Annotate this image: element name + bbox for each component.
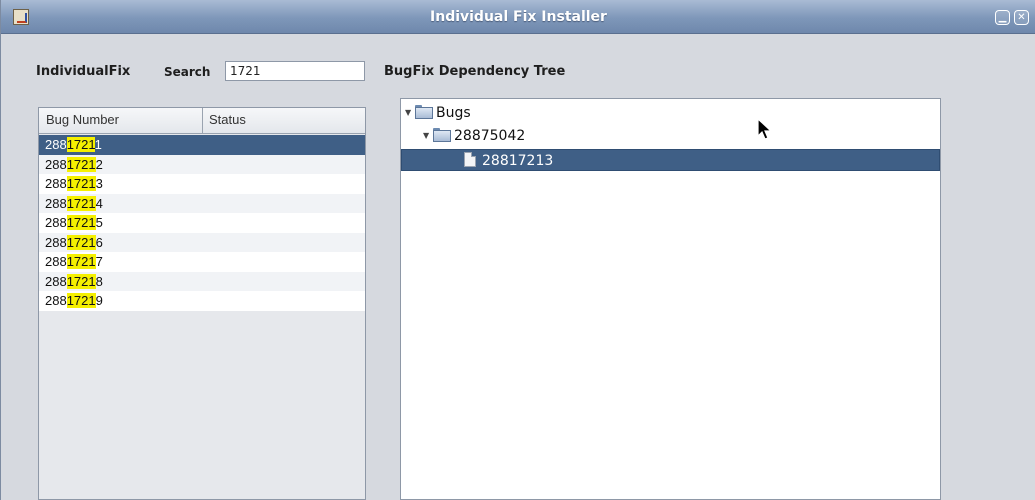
table-row[interactable]: 28817216 <box>39 232 365 252</box>
table-row[interactable]: 28817211 <box>39 135 365 155</box>
dependency-tree-title: BugFix Dependency Tree <box>384 64 566 79</box>
tree-node-bugs[interactable]: ▼ Bugs <box>405 102 471 124</box>
close-button[interactable]: ✕ <box>1014 10 1029 25</box>
search-match-highlight: 1721 <box>66 293 96 308</box>
bug-table: Bug Number Status 28817211 28817212 288172… <box>38 107 366 500</box>
search-match-highlight: 1721 <box>66 176 96 191</box>
bug-number-cell: 28817218 <box>45 273 103 289</box>
table-header: Bug Number Status <box>39 108 365 134</box>
folder-open-icon <box>415 105 433 119</box>
table-row[interactable]: 28817217 <box>39 252 365 272</box>
bug-number-cell: 28817214 <box>45 195 103 211</box>
search-match-highlight: 1721 <box>66 254 96 269</box>
title-bar[interactable]: Individual Fix Installer ▁ ✕ <box>1 0 1035 34</box>
bug-number-cell: 28817212 <box>45 156 103 172</box>
folder-open-icon <box>433 128 451 142</box>
tree-node-label: 28817213 <box>482 153 554 169</box>
tree-node-parent[interactable]: ▼ 28875042 <box>423 125 525 147</box>
expand-arrow-icon[interactable]: ▼ <box>423 125 433 147</box>
individual-fix-label: IndividualFix <box>36 64 131 79</box>
search-match-highlight: 1721 <box>66 195 96 211</box>
table-row[interactable]: 28817215 <box>39 213 365 233</box>
file-icon <box>464 152 476 167</box>
dependency-tree: ▼ Bugs ▼ 28875042 28817213 <box>400 98 941 500</box>
column-header-status[interactable]: Status <box>209 112 246 127</box>
search-match-highlight: 1721 <box>66 234 96 250</box>
column-header-bug-number[interactable]: Bug Number <box>46 112 201 127</box>
app-window: Individual Fix Installer ▁ ✕ IndividualF… <box>0 0 1035 500</box>
search-label: Search <box>164 65 211 79</box>
tree-node-label: Bugs <box>436 105 471 121</box>
tree-node-selected[interactable]: 28817213 <box>401 149 940 171</box>
search-input[interactable] <box>225 61 365 81</box>
expand-arrow-icon[interactable]: ▼ <box>405 102 415 124</box>
window-title: Individual Fix Installer <box>430 9 607 25</box>
bug-number-cell: 28817216 <box>45 234 103 250</box>
bug-number-cell: 28817215 <box>45 215 103 230</box>
table-row[interactable]: 28817214 <box>39 193 365 213</box>
search-match-highlight: 1721 <box>66 156 96 172</box>
table-row[interactable]: 28817212 <box>39 154 365 174</box>
column-divider[interactable] <box>202 108 203 133</box>
bug-number-cell: 28817217 <box>45 254 103 269</box>
table-row[interactable]: 28817218 <box>39 271 365 291</box>
bug-number-cell: 28817211 <box>45 137 102 152</box>
mouse-cursor-icon <box>757 118 773 140</box>
table-body: 28817211 28817212 28817213 28817214 28817215… <box>39 135 365 311</box>
bug-number-cell: 28817219 <box>45 293 103 308</box>
table-row[interactable]: 28817219 <box>39 291 365 311</box>
tree-node-label: 28875042 <box>454 128 526 144</box>
search-match-highlight: 1721 <box>66 137 95 152</box>
table-row[interactable]: 28817213 <box>39 174 365 194</box>
search-match-highlight: 1721 <box>66 215 96 230</box>
bug-number-cell: 28817213 <box>45 176 103 191</box>
minimize-button[interactable]: ▁ <box>995 10 1010 25</box>
search-match-highlight: 1721 <box>66 273 96 289</box>
